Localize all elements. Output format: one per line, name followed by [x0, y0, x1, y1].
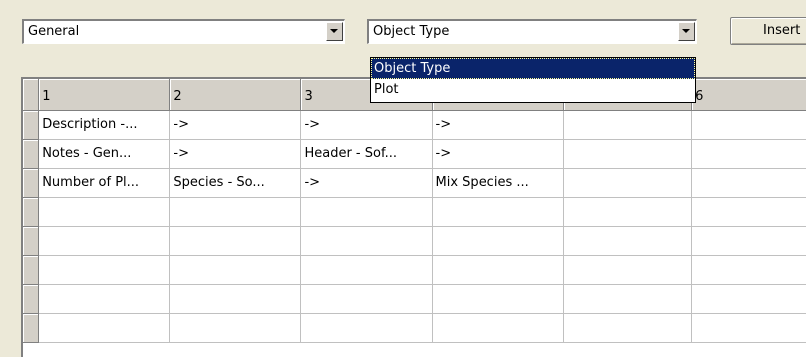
- row-header[interactable]: [23, 255, 40, 285]
- column-header[interactable]: 2: [169, 79, 302, 111]
- grid-cell[interactable]: Header - Sof...: [300, 139, 433, 169]
- table-row: [23, 255, 806, 285]
- grid-cell[interactable]: ->: [300, 110, 433, 140]
- grid-cell[interactable]: [300, 255, 433, 285]
- grid-cell[interactable]: [563, 139, 693, 169]
- table-row: [23, 313, 806, 343]
- grid-cell[interactable]: [691, 255, 806, 285]
- grid-cell[interactable]: Notes - Gen...: [38, 139, 171, 169]
- grid-cell[interactable]: [563, 168, 693, 198]
- grid-cell[interactable]: [300, 313, 433, 343]
- grid-cell[interactable]: [38, 197, 171, 227]
- grid-cell[interactable]: [169, 255, 302, 285]
- grid-cell[interactable]: [169, 284, 302, 314]
- grid-cell[interactable]: Species - So...: [169, 168, 302, 198]
- object-type-combobox-value: Object Type: [373, 24, 450, 39]
- dropdown-arrow-icon[interactable]: [678, 22, 695, 41]
- category-combobox[interactable]: General: [22, 19, 345, 44]
- data-grid[interactable]: 1 2 3 6 Description -... -> -> -> Notes …: [21, 77, 806, 357]
- grid-cell[interactable]: [432, 255, 564, 285]
- grid-cell[interactable]: [38, 226, 171, 256]
- row-header[interactable]: [23, 168, 40, 198]
- grid-cell[interactable]: [563, 313, 693, 343]
- dropdown-arrow-icon[interactable]: [326, 22, 343, 41]
- grid-cell[interactable]: [38, 284, 171, 314]
- grid-cell[interactable]: [563, 284, 693, 314]
- row-header[interactable]: [23, 226, 40, 256]
- grid-cell[interactable]: [691, 197, 806, 227]
- grid-cell[interactable]: [169, 197, 302, 227]
- grid-cell[interactable]: [300, 197, 433, 227]
- grid-cell[interactable]: ->: [432, 139, 564, 169]
- grid-cell[interactable]: [691, 226, 806, 256]
- grid-cell[interactable]: Description -...: [38, 110, 171, 140]
- row-header[interactable]: [23, 284, 40, 314]
- grid-cell[interactable]: [432, 226, 564, 256]
- table-row: [23, 197, 806, 227]
- grid-cell[interactable]: [432, 313, 564, 343]
- grid-cell[interactable]: [300, 226, 433, 256]
- grid-cell[interactable]: [691, 110, 806, 140]
- table-row: Number of Pl... Species - So... -> Mix S…: [23, 168, 806, 198]
- column-header[interactable]: 1: [38, 79, 171, 111]
- grid-cell[interactable]: [38, 313, 171, 343]
- insert-button[interactable]: Insert: [730, 17, 806, 45]
- table-row: Notes - Gen... -> Header - Sof... ->: [23, 139, 806, 169]
- grid-cell[interactable]: [169, 313, 302, 343]
- grid-cell[interactable]: Mix Species ...: [432, 168, 564, 198]
- grid-cell[interactable]: [691, 139, 806, 169]
- grid-cell[interactable]: ->: [432, 110, 564, 140]
- table-row: [23, 284, 806, 314]
- grid-cell[interactable]: ->: [300, 168, 433, 198]
- grid-cell[interactable]: [691, 168, 806, 198]
- grid-cell[interactable]: Number of Pl...: [38, 168, 171, 198]
- table-row: [23, 226, 806, 256]
- category-combobox-value: General: [28, 24, 80, 39]
- grid-cell[interactable]: [563, 110, 693, 140]
- row-header[interactable]: [23, 313, 40, 343]
- table-row: Description -... -> -> ->: [23, 110, 806, 140]
- grid-corner-cell[interactable]: [23, 79, 40, 111]
- row-header[interactable]: [23, 197, 40, 227]
- object-type-combobox[interactable]: Object Type: [367, 19, 697, 44]
- grid-cell[interactable]: [563, 255, 693, 285]
- column-header[interactable]: 6: [691, 79, 806, 111]
- row-header[interactable]: [23, 139, 40, 169]
- grid-cell[interactable]: [38, 255, 171, 285]
- row-header[interactable]: [23, 110, 40, 140]
- grid-cell[interactable]: [169, 226, 302, 256]
- object-type-dropdown-list: Object Type Plot: [370, 57, 696, 103]
- dropdown-option-object-type[interactable]: Object Type: [371, 58, 695, 79]
- grid-cell[interactable]: [691, 284, 806, 314]
- grid-cell[interactable]: [563, 226, 693, 256]
- grid-cell[interactable]: [432, 284, 564, 314]
- dropdown-option-plot[interactable]: Plot: [371, 79, 695, 100]
- grid-cell[interactable]: ->: [169, 139, 302, 169]
- grid-cell[interactable]: [300, 284, 433, 314]
- grid-cell[interactable]: ->: [169, 110, 302, 140]
- grid-cell[interactable]: [563, 197, 693, 227]
- grid-cell[interactable]: [691, 313, 806, 343]
- grid-cell[interactable]: [432, 197, 564, 227]
